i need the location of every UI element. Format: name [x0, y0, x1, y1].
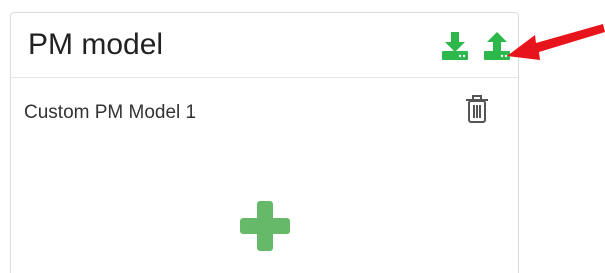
panel-header: PM model — [11, 13, 518, 78]
model-name: Custom PM Model 1 — [24, 102, 197, 123]
pm-model-panel: PM model Custom PM Model 1 — [10, 12, 519, 273]
trash-icon[interactable] — [464, 93, 490, 125]
panel-title: PM model — [28, 28, 164, 61]
add-model-button[interactable] — [240, 201, 290, 251]
annotation-arrow — [505, 18, 605, 76]
model-list-item[interactable]: Custom PM Model 1 — [11, 93, 518, 133]
plus-icon — [240, 201, 290, 251]
download-icon[interactable] — [441, 31, 469, 61]
screen: PM model Custom PM Model 1 — [0, 0, 605, 273]
